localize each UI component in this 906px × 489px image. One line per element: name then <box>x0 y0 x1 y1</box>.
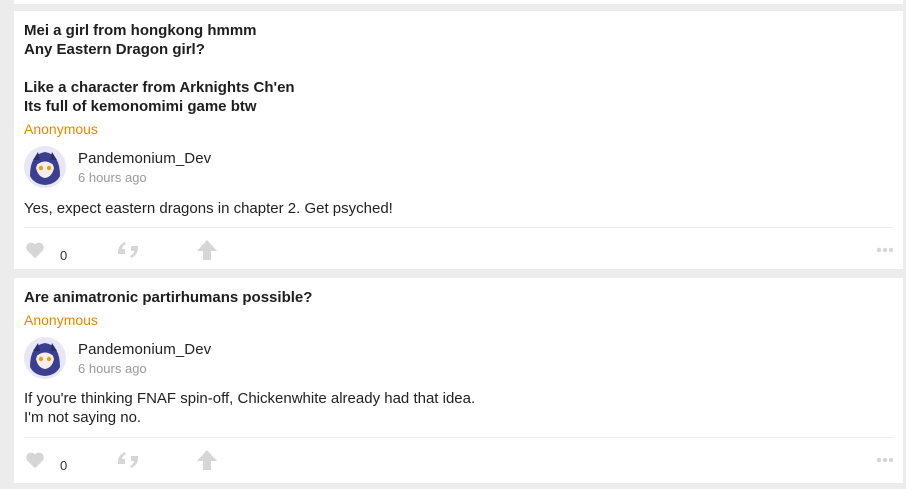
question-card: Are animatronic partirhumans possible? A… <box>14 278 903 483</box>
share-button[interactable] <box>196 239 218 266</box>
share-arrow-icon <box>197 450 217 470</box>
quote-icon <box>118 452 138 468</box>
author-name[interactable]: Pandemonium_Dev <box>78 150 211 167</box>
question-text: Mei a girl from hongkong hmmm Any Easter… <box>24 22 295 115</box>
like-button[interactable] <box>24 449 46 476</box>
more-button[interactable] <box>876 243 894 262</box>
timestamp: 6 hours ago <box>78 170 147 185</box>
question-text: Are animatronic partirhumans possible? <box>24 289 313 306</box>
share-button[interactable] <box>196 449 218 476</box>
more-button[interactable] <box>876 453 894 472</box>
asker-name[interactable]: Anonymous <box>24 121 98 137</box>
answer-text: Yes, expect eastern dragons in chapter 2… <box>24 200 393 217</box>
asker-name[interactable]: Anonymous <box>24 312 98 328</box>
quote-icon <box>118 242 138 258</box>
divider <box>24 227 893 228</box>
more-dots-icon <box>876 457 894 463</box>
avatar[interactable] <box>24 146 66 188</box>
heart-icon <box>26 452 44 469</box>
more-dots-icon <box>876 247 894 253</box>
divider <box>24 437 893 438</box>
comment-button[interactable] <box>116 449 140 476</box>
share-arrow-icon <box>197 240 217 260</box>
previous-card-edge <box>14 0 903 4</box>
question-card: Mei a girl from hongkong hmmm Any Easter… <box>14 11 903 269</box>
like-count: 0 <box>60 248 68 263</box>
comment-button[interactable] <box>116 239 140 266</box>
avatar[interactable] <box>24 337 66 379</box>
post-actions: 0 <box>24 239 894 269</box>
like-count: 0 <box>60 458 68 473</box>
timestamp: 6 hours ago <box>78 361 147 376</box>
post-actions: 0 <box>24 449 894 479</box>
heart-icon <box>26 242 44 259</box>
author-name[interactable]: Pandemonium_Dev <box>78 341 211 358</box>
like-button[interactable] <box>24 239 46 266</box>
answer-text: If you're thinking FNAF spin-off, Chicke… <box>24 390 476 426</box>
